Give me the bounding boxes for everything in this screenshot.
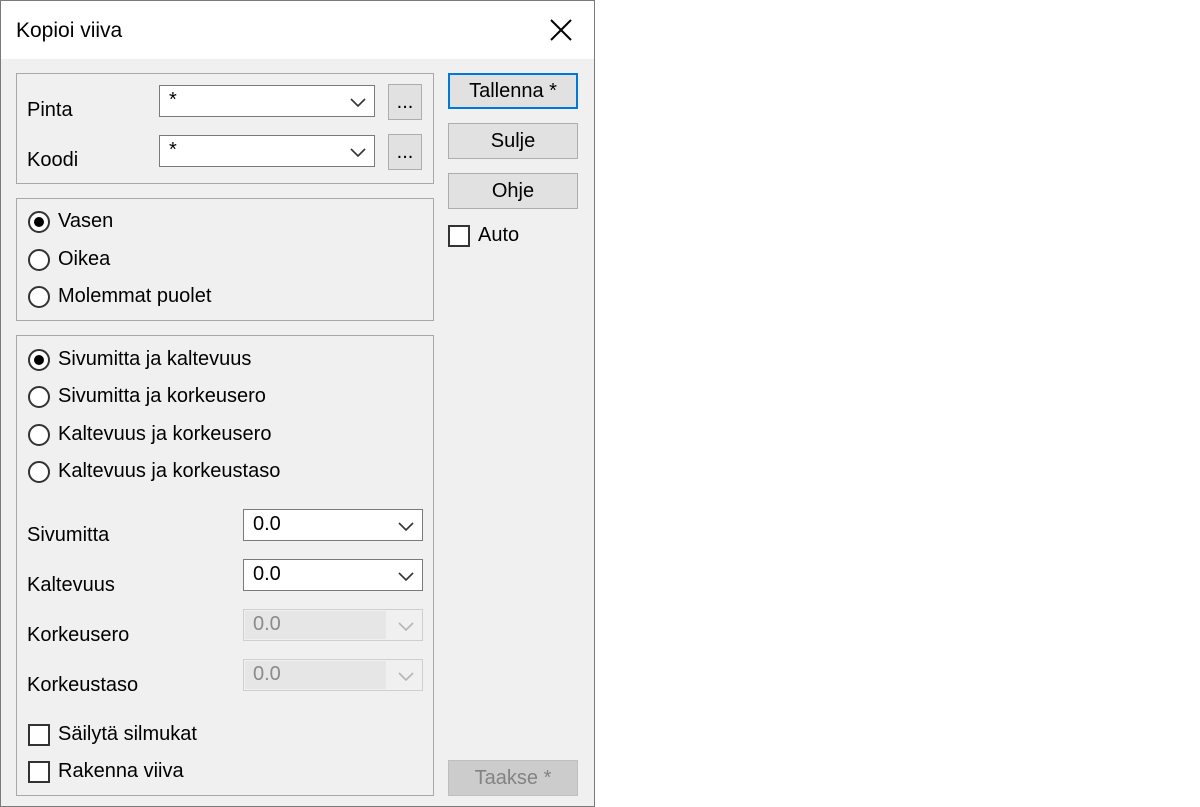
korkeustaso-label: Korkeustaso (27, 674, 139, 696)
korkeusero-value: 0.0 (253, 613, 281, 635)
checkbox-box (28, 723, 50, 746)
radio-indicator (28, 460, 50, 483)
chevron-down-icon (398, 672, 414, 682)
kaltevuus-label: Kaltevuus (27, 574, 115, 596)
koodi-value: * (169, 139, 177, 161)
build-line-checkbox[interactable]: Rakenna viiva (28, 760, 184, 783)
pinta-value: * (169, 89, 177, 111)
title-bar: Kopioi viiva (1, 1, 594, 59)
korkeustaso-combo: 0.0 (243, 659, 423, 691)
sivumitta-value: 0.0 (253, 513, 281, 535)
radio-kaltevuus-korkeusero[interactable]: Kaltevuus ja korkeusero (28, 423, 271, 446)
undo-button: Taakse * (448, 760, 578, 796)
radio-kaltevuus-korkeustaso[interactable]: Kaltevuus ja korkeustaso (28, 460, 280, 483)
radio-label: Sivumitta ja korkeusero (58, 385, 266, 407)
radio-indicator (28, 248, 50, 271)
koodi-label: Koodi (27, 149, 79, 171)
pinta-label: Pinta (27, 99, 73, 121)
radio-sivumitta-kaltevuus[interactable]: Sivumitta ja kaltevuus (28, 348, 251, 371)
keep-loops-label: Säilytä silmukat (58, 723, 197, 745)
sivumitta-combo[interactable]: 0.0 (243, 509, 423, 541)
auto-label: Auto (478, 224, 520, 246)
chevron-down-icon (398, 622, 414, 632)
korkeusero-label: Korkeusero (27, 624, 130, 646)
chevron-down-icon (350, 148, 366, 158)
close-button[interactable]: Sulje (448, 123, 578, 159)
chevron-down-icon (398, 522, 414, 532)
keep-loops-checkbox[interactable]: Säilytä silmukat (28, 723, 197, 746)
radio-molemmat-puolet[interactable]: Molemmat puolet (28, 285, 211, 308)
save-button[interactable]: Tallenna * (448, 73, 578, 109)
copy-line-dialog: Kopioi viiva Pinta * ... Koodi * ... Vas… (0, 0, 595, 807)
radio-indicator (28, 348, 50, 371)
radio-oikea[interactable]: Oikea (28, 248, 110, 271)
radio-indicator (28, 285, 50, 308)
koodi-browse-button[interactable]: ... (388, 134, 422, 170)
pinta-browse-button[interactable]: ... (388, 84, 422, 120)
radio-label: Vasen (58, 210, 114, 232)
radio-indicator (28, 210, 50, 233)
radio-sivumitta-korkeusero[interactable]: Sivumitta ja korkeusero (28, 385, 266, 408)
chevron-down-icon (398, 572, 414, 582)
close-icon (550, 19, 572, 41)
build-line-label: Rakenna viiva (58, 760, 184, 782)
help-button[interactable]: Ohje (448, 173, 578, 209)
radio-label: Kaltevuus ja korkeusero (58, 423, 272, 445)
radio-label: Molemmat puolet (58, 285, 212, 307)
korkeusero-combo: 0.0 (243, 609, 423, 641)
kaltevuus-value: 0.0 (253, 563, 281, 585)
dialog-title: Kopioi viiva (16, 19, 123, 42)
chevron-down-icon (350, 98, 366, 108)
close-window-button[interactable] (528, 1, 594, 59)
koodi-combo[interactable]: * (159, 135, 375, 167)
checkbox-box (448, 224, 470, 247)
auto-checkbox[interactable]: Auto (448, 224, 519, 247)
radio-label: Sivumitta ja kaltevuus (58, 348, 252, 370)
checkbox-box (28, 760, 50, 783)
pinta-combo[interactable]: * (159, 85, 375, 117)
radio-vasen[interactable]: Vasen (28, 210, 113, 233)
sivumitta-label: Sivumitta (27, 524, 110, 546)
radio-label: Kaltevuus ja korkeustaso (58, 460, 281, 482)
radio-label: Oikea (58, 248, 111, 270)
radio-indicator (28, 423, 50, 446)
radio-indicator (28, 385, 50, 408)
korkeustaso-value: 0.0 (253, 663, 281, 685)
kaltevuus-combo[interactable]: 0.0 (243, 559, 423, 591)
